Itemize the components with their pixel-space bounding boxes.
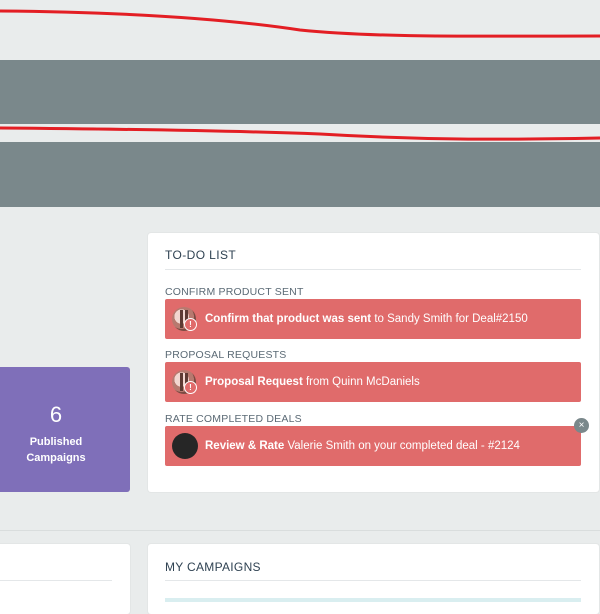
campaigns-list-top	[165, 598, 581, 602]
user-avatar	[172, 433, 198, 459]
alert-icon: !	[184, 318, 197, 331]
section-label-proposal-requests: PROPOSAL REQUESTS	[165, 349, 287, 361]
wave-line-lower	[0, 126, 600, 141]
todo-list-title: TO-DO LIST	[165, 248, 237, 262]
stat-label-line1: Published	[29, 436, 83, 448]
section-label-rate-deals: RATE COMPLETED DEALS	[165, 413, 302, 425]
todo-item-review-rate[interactable]: Review & Rate Valerie Smith on your comp…	[165, 418, 589, 466]
section-label-confirm-product: CONFIRM PRODUCT SENT	[165, 286, 304, 298]
section-divider	[0, 530, 600, 531]
stat-label: Published Campaigns	[0, 434, 112, 466]
card-divider	[0, 580, 112, 581]
left-bottom-card	[0, 544, 130, 614]
todo-item-action: Review & Rate	[205, 440, 285, 452]
todo-item-confirm-product[interactable]: ! Confirm that product was sent to Sandy…	[165, 299, 581, 339]
wave-line-upper	[0, 9, 600, 38]
my-campaigns-title: MY CAMPAIGNS	[165, 560, 261, 574]
my-campaigns-card: MY CAMPAIGNS	[148, 544, 599, 614]
todo-item-proposal-request[interactable]: ! Proposal Request from Quinn McDaniels	[165, 362, 581, 402]
todo-list-card: TO-DO LIST CONFIRM PRODUCT SENT ! Confir…	[148, 233, 599, 492]
stat-label-line2: Campaigns	[26, 452, 86, 464]
todo-item-detail: to Sandy Smith for Deal#2150	[371, 313, 528, 325]
todo-item-action: Proposal Request	[205, 376, 303, 388]
header-band-bottom	[0, 142, 600, 207]
card-divider	[165, 580, 581, 581]
header-band-top	[0, 60, 600, 124]
todo-item-detail: Valerie Smith on your completed deal - #…	[284, 440, 520, 452]
todo-title-divider	[165, 269, 581, 270]
todo-item-action: Confirm that product was sent	[205, 313, 372, 325]
published-campaigns-stat-card[interactable]: 6 Published Campaigns	[0, 367, 130, 492]
stat-number: 6	[49, 402, 63, 427]
alert-icon: !	[184, 381, 197, 394]
todo-item-detail: from Quinn McDaniels	[302, 376, 420, 388]
close-icon[interactable]: ×	[574, 418, 589, 433]
